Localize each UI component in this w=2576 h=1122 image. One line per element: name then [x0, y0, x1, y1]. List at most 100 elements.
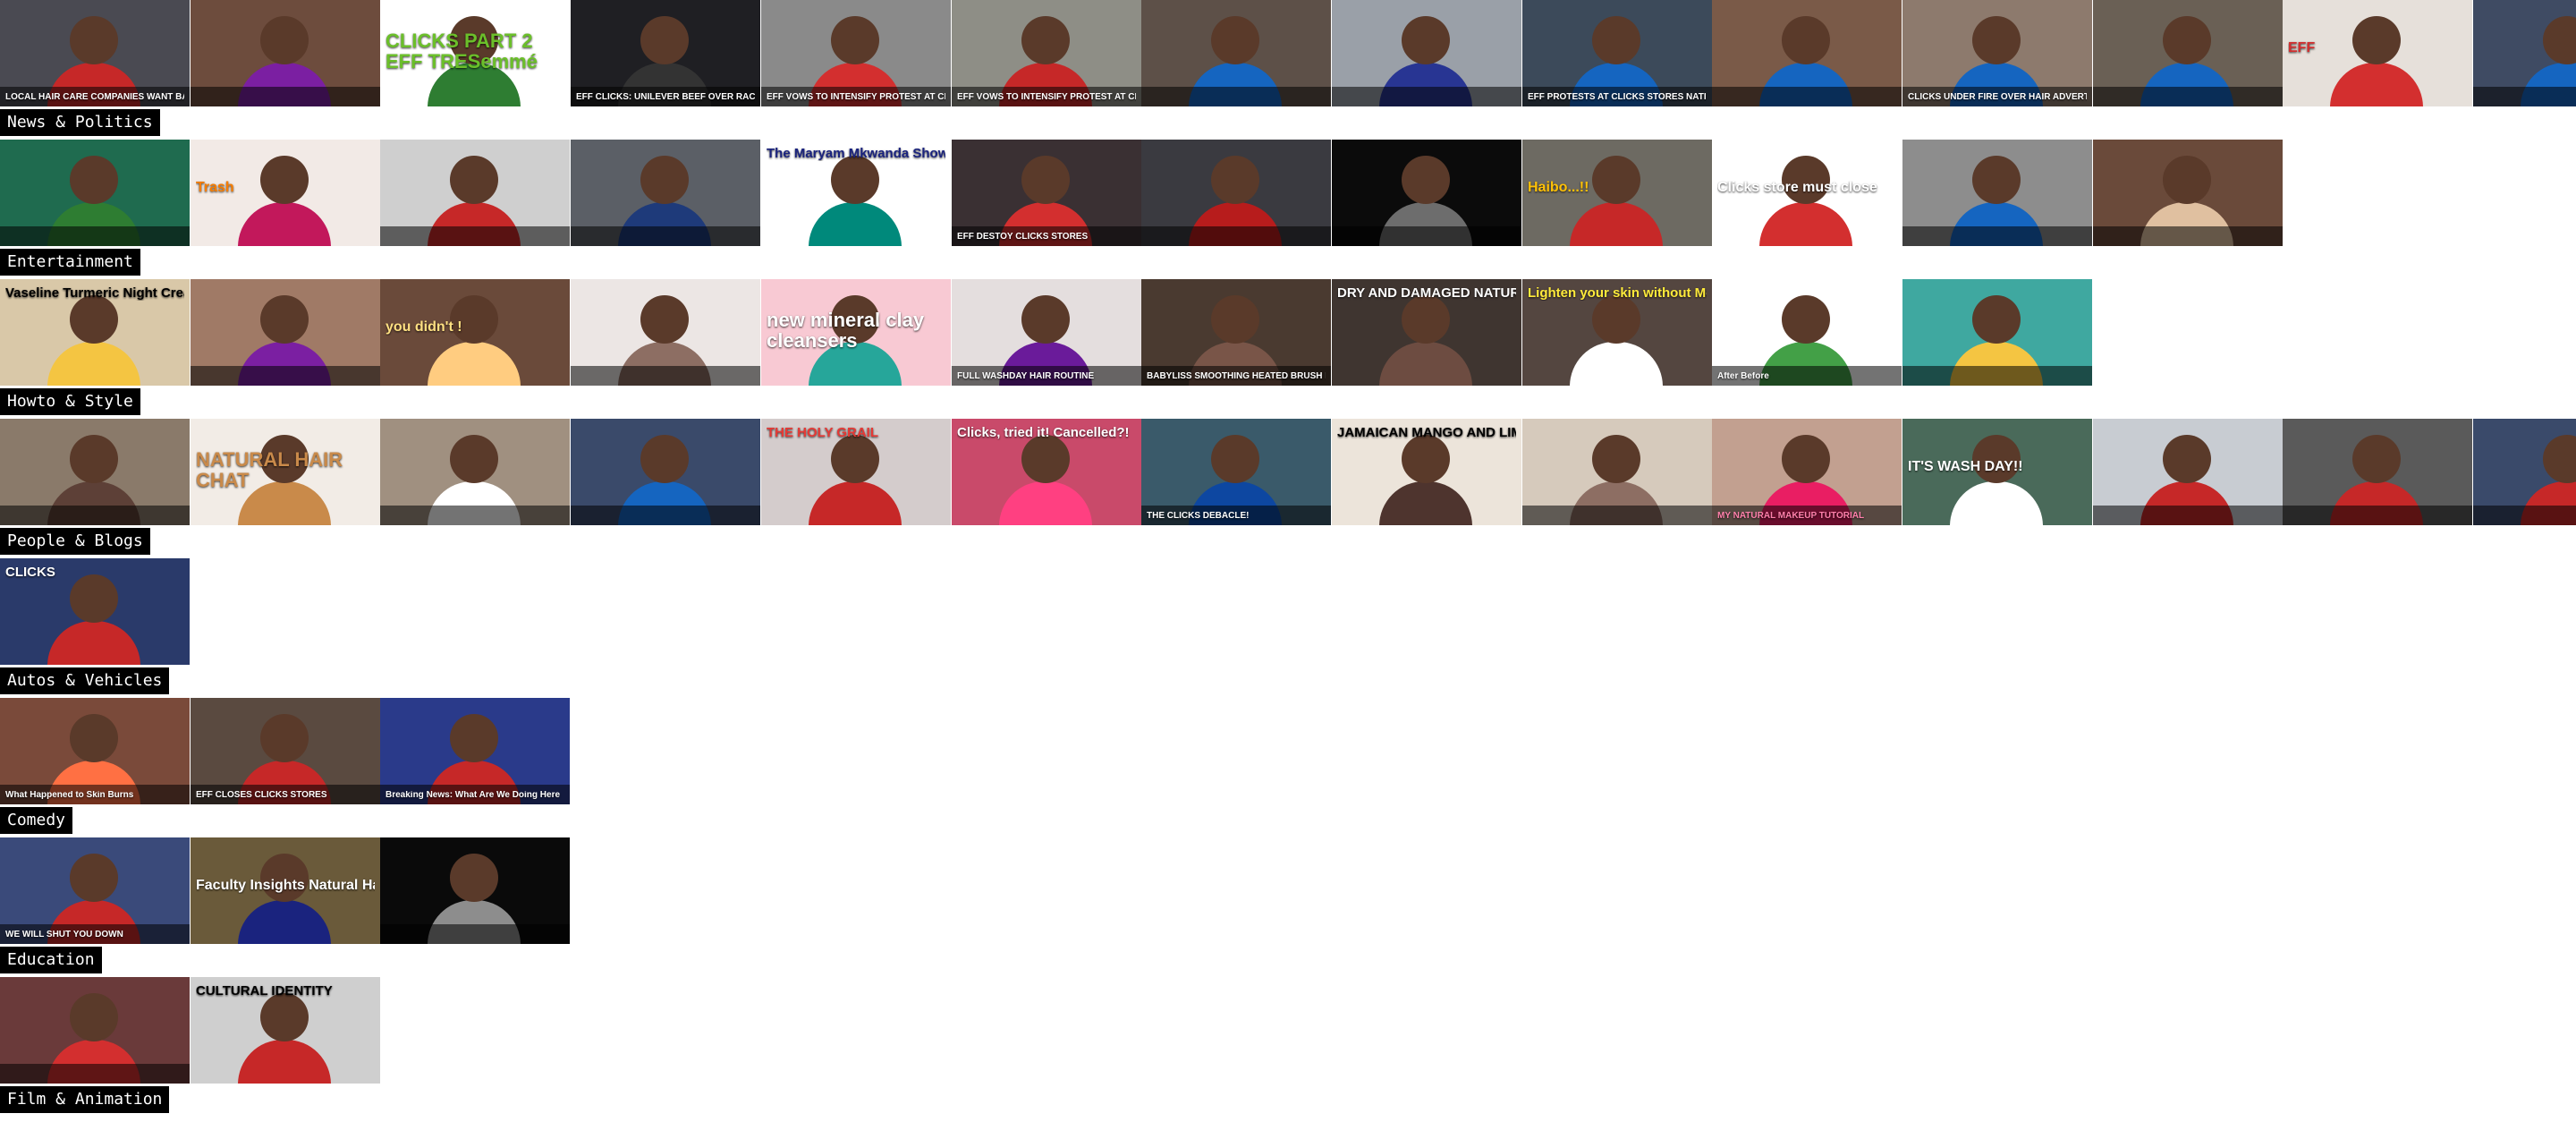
video-thumbnail[interactable] — [571, 279, 760, 386]
video-thumbnail[interactable]: BABYLISS SMOOTHING HEATED BRUSH REVIEW — [1141, 279, 1331, 386]
thumbnail-row: CLICKS — [0, 558, 2576, 665]
video-thumbnail[interactable]: Vaseline Turmeric Night Cream Dark Spots — [0, 279, 190, 386]
video-thumbnail[interactable]: THE HOLY GRAIL — [761, 419, 951, 525]
video-thumbnail[interactable] — [2473, 419, 2576, 525]
person-head-shape — [831, 435, 879, 483]
thumbnail-caption: Clicks store must close — [1717, 181, 1877, 195]
person-head-shape — [2543, 16, 2576, 64]
thumbnail-caption: new mineral clay cleansers — [767, 310, 925, 352]
person-head-shape — [1021, 16, 1070, 64]
person-head-shape — [1782, 435, 1830, 483]
category-label: Education — [0, 947, 102, 973]
video-thumbnail[interactable] — [1332, 140, 1521, 246]
video-thumbnail[interactable]: What Happened to Skin Burns — [0, 698, 190, 804]
video-thumbnail[interactable]: Faculty Insights Natural Hair Bias — [191, 837, 380, 944]
video-thumbnail[interactable] — [1141, 140, 1331, 246]
video-thumbnail[interactable] — [1902, 140, 2092, 246]
person-head-shape — [1592, 435, 1640, 483]
caption-bar — [571, 506, 760, 525]
video-thumbnail[interactable]: NATURAL HAIR CHAT — [191, 419, 380, 525]
video-thumbnail[interactable]: IT'S WASH DAY!! — [1902, 419, 2092, 525]
video-thumbnail[interactable] — [1141, 0, 1331, 106]
person-head-shape — [260, 714, 309, 762]
video-thumbnail[interactable]: Trash — [191, 140, 380, 246]
person-head-shape — [70, 16, 118, 64]
video-thumbnail[interactable] — [571, 419, 760, 525]
video-thumbnail[interactable]: EFF PROTESTS AT CLICKS STORES NATIONWIDE — [1522, 0, 1712, 106]
video-thumbnail[interactable] — [2093, 0, 2283, 106]
video-thumbnail[interactable]: CLICKS — [0, 558, 190, 665]
thumbnail-row: What Happened to Skin Burns EFF CLOSES CL… — [0, 698, 2576, 804]
person-head-shape — [1402, 16, 1450, 64]
video-thumbnail[interactable]: EFF DESTOY CLICKS STORES — [952, 140, 1141, 246]
video-thumbnail[interactable] — [0, 140, 190, 246]
video-thumbnail[interactable] — [191, 0, 380, 106]
caption-bar — [1332, 226, 1521, 246]
video-thumbnail[interactable] — [1712, 0, 1902, 106]
video-thumbnail[interactable] — [2093, 140, 2283, 246]
video-thumbnail[interactable]: CULTURAL IDENTITY — [191, 977, 380, 1084]
video-thumbnail[interactable]: you didn't ! — [380, 279, 570, 386]
video-thumbnail[interactable]: LOCAL HAIR CARE COMPANIES WANT BANNED — [0, 0, 190, 106]
video-thumbnail[interactable]: DRY AND DAMAGED NATURAL HAIR — [1332, 279, 1521, 386]
video-thumbnail[interactable]: Lighten your skin without Mercury — [1522, 279, 1712, 386]
video-thumbnail[interactable]: EFF CLOSES CLICKS STORES — [191, 698, 380, 804]
caption-bar — [1902, 366, 2092, 386]
person-head-shape — [260, 854, 309, 902]
caption-bar — [571, 366, 760, 386]
video-thumbnail[interactable] — [2093, 419, 2283, 525]
person-head-shape — [450, 435, 498, 483]
video-thumbnail[interactable]: JAMAICAN MANGO AND LIME Product Review — [1332, 419, 1521, 525]
caption-bar — [1141, 226, 1331, 246]
thumbnail-caption: JAMAICAN MANGO AND LIME Product Review — [1337, 426, 1516, 440]
video-thumbnail[interactable] — [380, 419, 570, 525]
video-thumbnail[interactable]: Haibo...!! — [1522, 140, 1712, 246]
video-thumbnail[interactable]: WE WILL SHUT YOU DOWN — [0, 837, 190, 944]
video-thumbnail[interactable] — [1522, 419, 1712, 525]
video-thumbnail[interactable] — [0, 977, 190, 1084]
person-head-shape — [1402, 295, 1450, 344]
video-thumbnail[interactable] — [2283, 419, 2472, 525]
person-head-shape — [831, 16, 879, 64]
video-thumbnail[interactable]: EFF — [2283, 0, 2472, 106]
video-thumbnail[interactable] — [0, 419, 190, 525]
video-thumbnail[interactable] — [380, 837, 570, 944]
person-head-shape — [640, 435, 689, 483]
video-thumbnail[interactable] — [1902, 279, 2092, 386]
person-head-shape — [70, 993, 118, 1041]
video-thumbnail[interactable]: CLICKS PART 2 EFF TRESemmé — [380, 0, 570, 106]
video-thumbnail[interactable]: Clicks store must close — [1712, 140, 1902, 246]
video-thumbnail[interactable]: new mineral clay cleansers — [761, 279, 951, 386]
thumbnail-caption: THE HOLY GRAIL — [767, 426, 879, 440]
video-thumbnail[interactable]: The Maryam Mkwanda Show — [761, 140, 951, 246]
video-thumbnail[interactable]: EFF CLICKS: UNILEVER BEEF OVER RACIST AD… — [571, 0, 760, 106]
video-thumbnail[interactable]: CLICKS UNDER FIRE OVER HAIR ADVERT — [1902, 0, 2092, 106]
thumbnail-caption: After Before — [1717, 371, 1769, 381]
video-thumbnail[interactable]: FULL WASHDAY HAIR ROUTINE — [952, 279, 1141, 386]
caption-bar — [2093, 226, 2283, 246]
person-body-shape — [428, 342, 521, 386]
video-thumbnail[interactable]: EFF VOWS TO INTENSIFY PROTEST AT CLICKS … — [952, 0, 1141, 106]
category-label: People & Blogs — [0, 528, 150, 555]
thumbnail-caption: EFF VOWS TO INTENSIFY PROTEST AT CLICKS … — [957, 92, 1136, 102]
video-thumbnail[interactable]: Clicks, tried it! Cancelled?! — [952, 419, 1141, 525]
video-thumbnail[interactable]: Breaking News: What Are We Doing Here — [380, 698, 570, 804]
person-body-shape — [47, 342, 140, 386]
video-thumbnail[interactable] — [571, 140, 760, 246]
caption-bar — [2283, 506, 2472, 525]
video-thumbnail[interactable] — [191, 279, 380, 386]
video-thumbnail[interactable]: THE CLICKS DEBACLE! — [1141, 419, 1331, 525]
thumbnail-caption: EFF — [2288, 41, 2316, 55]
thumbnail-caption: CULTURAL IDENTITY — [196, 984, 333, 999]
person-body-shape — [2330, 63, 2423, 106]
video-thumbnail[interactable] — [2473, 0, 2576, 106]
video-thumbnail[interactable]: MY NATURAL MAKEUP TUTORIAL — [1712, 419, 1902, 525]
video-thumbnail[interactable] — [1332, 0, 1521, 106]
video-thumbnail[interactable]: EFF VOWS TO INTENSIFY PROTEST AT CLICKS … — [761, 0, 951, 106]
category-label: Howto & Style — [0, 388, 140, 415]
video-thumbnail[interactable]: After Before — [1712, 279, 1902, 386]
video-thumbnail[interactable] — [380, 140, 570, 246]
person-head-shape — [70, 714, 118, 762]
person-head-shape — [1972, 16, 2021, 64]
person-body-shape — [1379, 342, 1472, 386]
